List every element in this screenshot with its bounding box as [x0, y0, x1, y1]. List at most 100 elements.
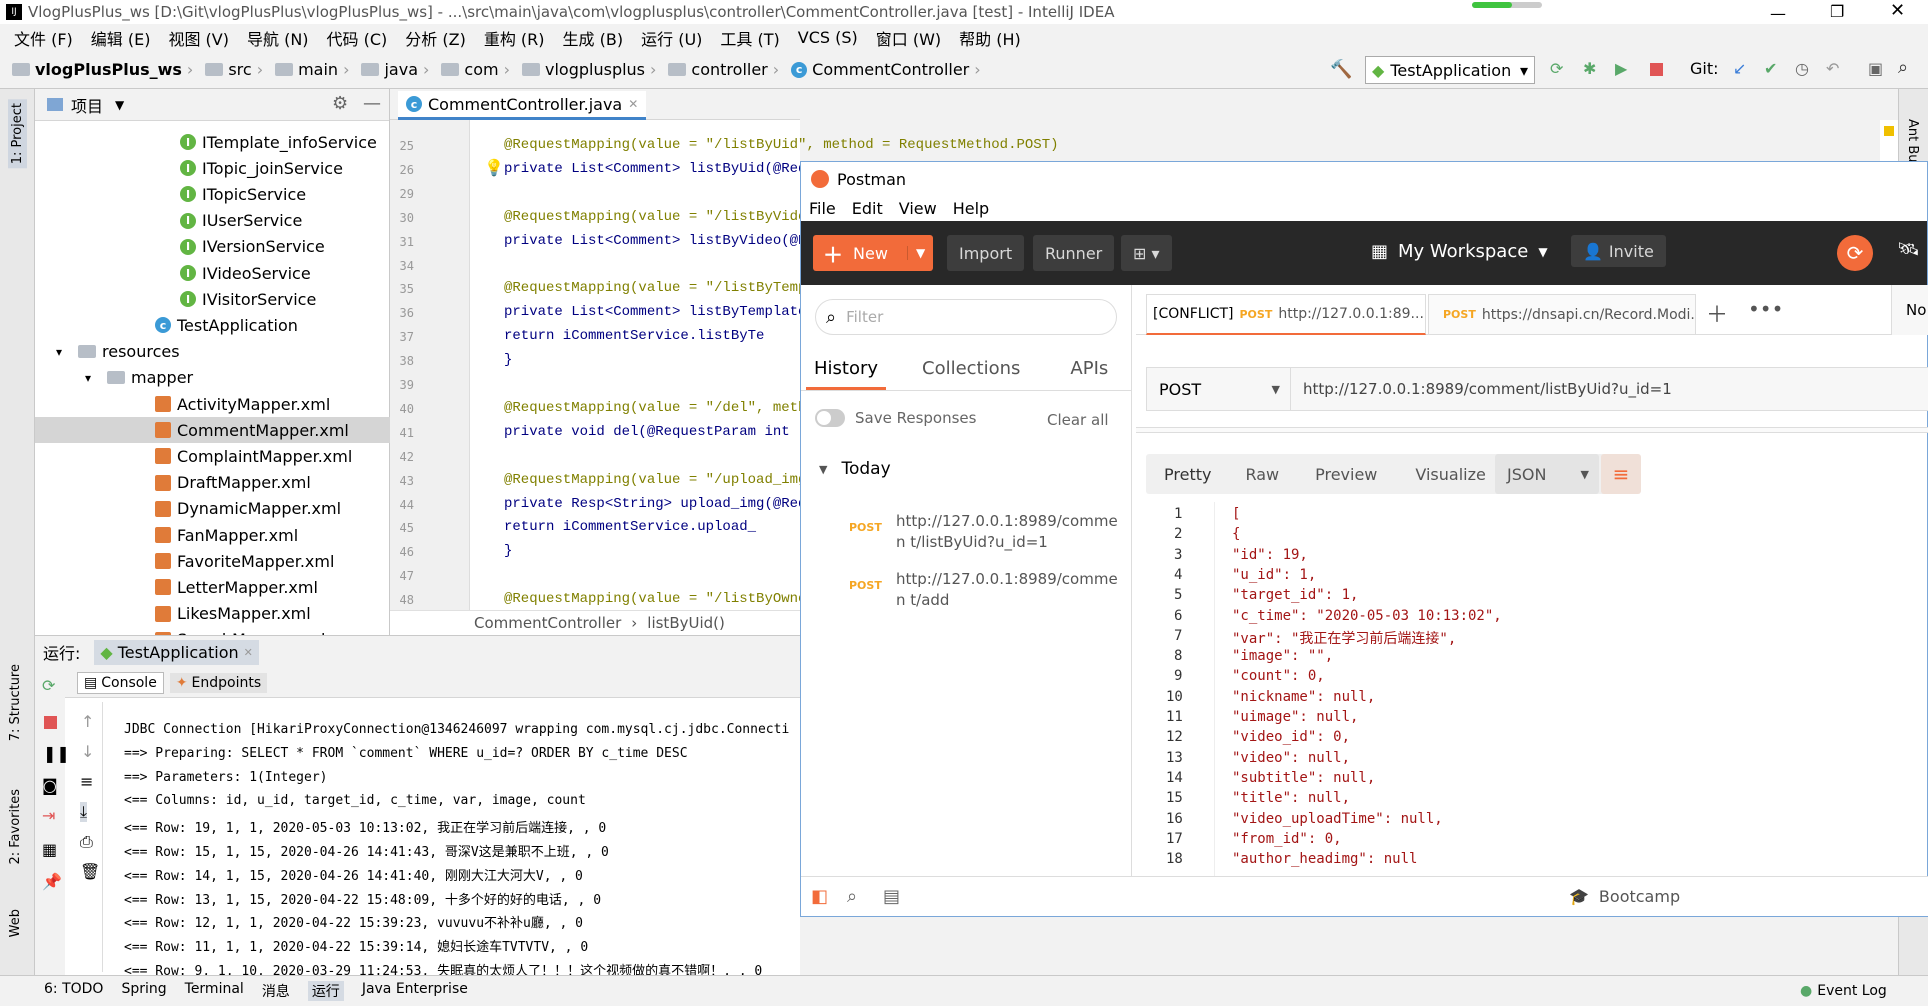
postman-menu-item[interactable]: File — [809, 199, 836, 218]
console-tab[interactable]: ▤ Console — [77, 671, 164, 694]
project-panel-title[interactable]: 项目 — [71, 93, 103, 117]
menu-item[interactable]: 运行 (U) — [641, 26, 702, 50]
chevron-down-icon[interactable]: ▾ — [56, 345, 72, 359]
runner-button[interactable]: Runner — [1033, 235, 1115, 271]
tree-item[interactable]: FavoriteMapper.xml — [35, 548, 390, 574]
print-icon[interactable]: ⎙ — [80, 832, 93, 852]
more-tabs-button[interactable]: ••• — [1748, 297, 1783, 321]
side-tab-structure[interactable]: 7: Structure — [8, 664, 23, 741]
code-line[interactable]: private List<Comment> listByUid(@Req — [504, 161, 806, 177]
stop-icon[interactable] — [1650, 63, 1663, 76]
revert-icon[interactable]: ↶ — [1826, 59, 1839, 78]
menu-item[interactable]: 视图 (V) — [168, 26, 229, 50]
side-tab-ant[interactable]: Ant Bu — [1905, 119, 1920, 163]
code-line[interactable]: private List<Comment> listByVideo(@R — [504, 233, 806, 249]
tab-visualize[interactable]: Visualize — [1415, 465, 1485, 484]
side-tab-project[interactable]: 1: Project — [8, 99, 27, 169]
hide-panel-icon[interactable]: — — [363, 93, 381, 114]
console-icon[interactable]: ▤ — [883, 886, 900, 907]
menu-item[interactable]: 分析 (Z) — [405, 26, 466, 50]
rerun-icon[interactable]: ⟳ — [1550, 59, 1563, 78]
code-line[interactable]: private void del(@RequestParam int — [504, 424, 790, 440]
postman-menu-item[interactable]: Edit — [852, 199, 883, 218]
history-item[interactable]: POST http://127.0.0.1:8989/commen t/list… — [815, 507, 1125, 559]
code-line[interactable]: } — [504, 352, 512, 368]
sidebar-toggle-icon[interactable]: ◧ — [811, 886, 828, 907]
bootcamp-button[interactable]: 🎓 Bootcamp — [1569, 887, 1680, 906]
breadcrumb-item[interactable]: vlogplusplus › — [516, 60, 662, 79]
menu-item[interactable]: VCS (S) — [798, 28, 858, 47]
history-item[interactable]: POST http://127.0.0.1:8989/commen t/add — [815, 565, 1125, 617]
down-arrow-icon[interactable]: ↓ — [81, 742, 94, 761]
pause-icon[interactable]: ❚❚ — [43, 744, 70, 763]
bottom-tab[interactable]: Spring — [121, 981, 166, 1001]
close-tab-icon[interactable]: ✕ — [628, 97, 638, 111]
add-tab-button[interactable]: ＋ — [1706, 297, 1728, 329]
satellite-icon[interactable]: 🛰 — [1897, 239, 1920, 260]
search-icon[interactable]: ⌕ — [1898, 57, 1908, 78]
code-line[interactable]: private List<Comment> listByTemplate — [504, 304, 806, 320]
find-icon[interactable]: ⌕ — [847, 886, 857, 907]
code-line[interactable]: private Resp<String> upload_img(@Req — [504, 496, 806, 512]
editor-breadcrumb-method[interactable]: listByUid() — [647, 614, 725, 632]
new-button[interactable]: ＋ New ▼ — [813, 235, 933, 271]
method-select[interactable]: POST ▼ — [1146, 367, 1291, 411]
breadcrumb-item[interactable]: com › — [435, 60, 516, 79]
code-line[interactable]: @RequestMapping(value = "/listByTemp — [504, 280, 806, 296]
breadcrumb-item[interactable]: src › — [199, 60, 269, 79]
exit-icon[interactable]: ⇥ — [42, 806, 55, 825]
save-responses-toggle[interactable]: Save Responses — [815, 409, 976, 427]
camera-icon[interactable]: ◙ — [42, 776, 58, 795]
breadcrumb-item[interactable]: controller › — [662, 60, 785, 79]
code-line[interactable]: @RequestMapping(value = "/listByUid", me… — [504, 137, 1059, 153]
gear-icon[interactable]: ⚙ — [332, 93, 348, 114]
postman-menu-item[interactable]: View — [899, 199, 937, 218]
event-log-button[interactable]: ● Event Log — [1800, 983, 1887, 999]
invite-button[interactable]: 👤 Invite — [1571, 235, 1666, 267]
toggle-switch[interactable] — [815, 409, 845, 427]
chevron-down-icon[interactable]: ▾ — [85, 371, 101, 385]
today-group[interactable]: ▼ Today — [819, 459, 891, 479]
tab-pretty[interactable]: Pretty — [1164, 465, 1211, 484]
environment-select[interactable]: No E — [1891, 285, 1928, 335]
rerun-icon[interactable]: ⟳ — [42, 676, 55, 695]
bottom-tab[interactable]: 消息 — [262, 981, 290, 1001]
tree-item[interactable]: I IUserService — [35, 208, 390, 234]
url-input[interactable]: http://127.0.0.1:8989/comment/listByUid?… — [1291, 367, 1928, 411]
tab-preview[interactable]: Preview — [1315, 465, 1377, 484]
chevron-down-icon[interactable]: ▼ — [115, 98, 124, 112]
tree-item[interactable]: ActivityMapper.xml — [35, 391, 390, 417]
tree-item[interactable]: LikesMapper.xml — [35, 601, 390, 627]
git-update-icon[interactable]: ↙ — [1733, 59, 1746, 78]
tree-item[interactable]: I ITopic_joinService — [35, 155, 390, 181]
tree-item[interactable]: I IVisitorService — [35, 286, 390, 312]
tab-raw[interactable]: Raw — [1245, 465, 1279, 484]
code-line[interactable]: return iCommentService.listByTe — [504, 328, 764, 344]
clear-all-button[interactable]: Clear all — [1047, 411, 1109, 429]
close-tab-icon[interactable]: ✕ — [244, 646, 253, 659]
menu-item[interactable]: 帮助 (H) — [959, 26, 1021, 50]
filter-box[interactable]: ⌕ Filter — [815, 299, 1117, 335]
code-line[interactable]: @RequestMapping(value = "/upload_img — [504, 472, 806, 488]
build-icon[interactable]: 🔨 — [1330, 59, 1352, 80]
tree-item[interactable]: I IVideoService — [35, 260, 390, 286]
menu-item[interactable]: 代码 (C) — [327, 26, 388, 50]
minimize-button[interactable]: — — [1770, 4, 1786, 23]
code-line[interactable]: @RequestMapping(value = "/listByVide — [504, 209, 806, 225]
lightbulb-icon[interactable]: 💡 — [484, 158, 504, 177]
run-config-select[interactable]: ◆ TestApplication ▾ — [1365, 56, 1535, 84]
bottom-tab[interactable]: 6: TODO — [44, 981, 103, 1001]
tree-item[interactable]: DraftMapper.xml — [35, 470, 390, 496]
maximize-button[interactable]: ❐ — [1830, 2, 1844, 21]
up-arrow-icon[interactable]: ↑ — [81, 712, 94, 731]
code-line[interactable]: @RequestMapping(value = "/listByOwne — [504, 591, 806, 607]
import-button[interactable]: Import — [947, 235, 1025, 271]
tree-item[interactable]: DynamicMapper.xml — [35, 496, 390, 522]
side-tab-web[interactable]: Web — [8, 909, 23, 937]
editor-tab[interactable]: c CommentController.java ✕ — [398, 91, 647, 120]
response-body[interactable]: 1 [2 {3 "id": 19, 4 "u_id": 1, 5 "target_id… — [1136, 502, 1928, 876]
breadcrumb-item[interactable]: main › — [269, 60, 355, 79]
request-tab[interactable]: POST https://dnsapi.cn/Record.Modi... ● — [1428, 294, 1696, 335]
history-icon[interactable]: ◷ — [1795, 59, 1809, 78]
side-tab-favorites[interactable]: 2: Favorites — [8, 789, 23, 865]
